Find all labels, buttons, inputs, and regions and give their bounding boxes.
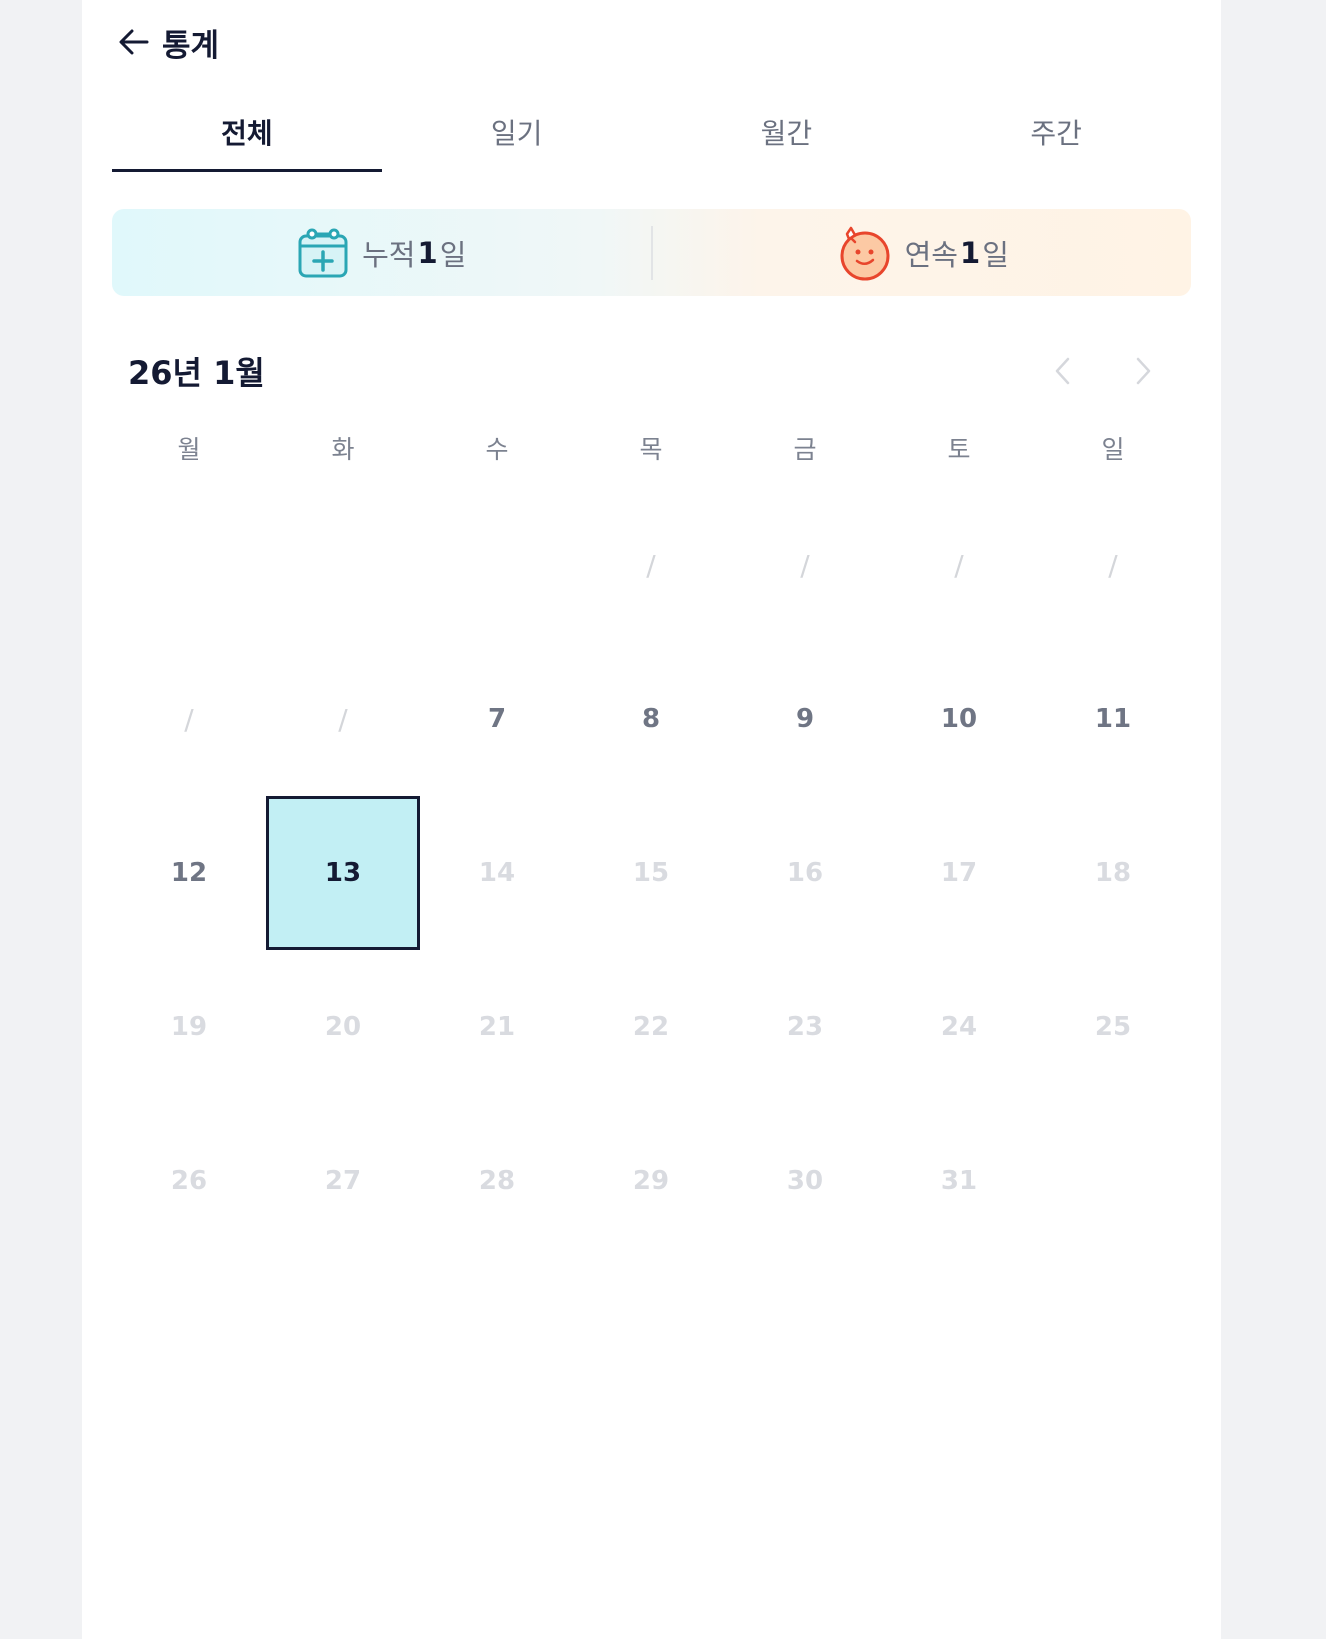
calendar-empty-cell	[420, 488, 574, 642]
calendar-day-future[interactable]: 28	[420, 1104, 574, 1258]
calendar-day-future[interactable]: 15	[574, 796, 728, 950]
calendar-day-inactive: /	[1108, 548, 1118, 582]
month-header: 26년 1월	[128, 346, 1161, 396]
calendar-day-future[interactable]: 27	[266, 1104, 420, 1258]
cumulative-prefix: 누적	[362, 237, 416, 272]
calendar-day-future[interactable]: 25	[1036, 950, 1190, 1104]
weekday-label: 월	[177, 435, 201, 464]
calendar-day[interactable]: 12	[112, 796, 266, 950]
calendar-day-future[interactable]: 16	[728, 796, 882, 950]
calendar-day-future[interactable]: 14	[420, 796, 574, 950]
calendar-day[interactable]: 11	[1036, 642, 1190, 796]
tab-monthly[interactable]: 월간	[652, 100, 922, 172]
calendar-day[interactable]: 8	[574, 642, 728, 796]
header: 통계	[112, 18, 219, 66]
arrow-left-icon	[119, 29, 149, 55]
next-month-button[interactable]	[1125, 353, 1161, 389]
calendar-day-future[interactable]: 31	[882, 1104, 1036, 1258]
stats-summary: 누적 1 일 연속 1 일	[112, 209, 1191, 296]
weekday-label: 수	[485, 435, 509, 464]
calendar-day-inactive: /	[646, 548, 656, 582]
calendar-day-inactive: /	[338, 702, 348, 736]
statistics-panel: 통계 전체 일기 월간 주간 누적 1 일 연속 1 일 26년 1월 월 화 …	[82, 0, 1221, 1639]
streak-prefix: 연속	[904, 237, 958, 272]
calendar-day-future[interactable]: 21	[420, 950, 574, 1104]
cumulative-suffix: 일	[439, 237, 467, 272]
chevron-right-icon	[1136, 357, 1151, 385]
smiley-face-icon	[840, 226, 890, 280]
weekday-header: 월 화 수 목 금 토 일	[112, 430, 1191, 466]
calendar-day-future[interactable]: 19	[112, 950, 266, 1104]
calendar-day-future[interactable]: 17	[882, 796, 1036, 950]
calendar-grid: / / / / //7 8 9 10 11 12 13 14 15 16 17 18 19 20 21 22 23 24 2…	[112, 488, 1191, 1258]
streak-days-stat: 연속 1 일	[653, 224, 1192, 282]
calendar-day-future[interactable]: 26	[112, 1104, 266, 1258]
calendar-day[interactable]: 10	[882, 642, 1036, 796]
calendar-day-future[interactable]: 24	[882, 950, 1036, 1104]
calendar-day-future[interactable]: 18	[1036, 796, 1190, 950]
month-nav	[1045, 353, 1161, 389]
calendar-day-future[interactable]: 22	[574, 950, 728, 1104]
weekday-label: 화	[331, 435, 355, 464]
calendar-empty-cell	[112, 488, 266, 642]
calendar-day-future[interactable]: 20	[266, 950, 420, 1104]
calendar-day-future[interactable]: 30	[728, 1104, 882, 1258]
calendar-plus-icon	[298, 228, 348, 277]
streak-value: 1	[960, 235, 981, 270]
calendar-day-inactive: /	[184, 702, 194, 736]
back-button[interactable]	[112, 20, 156, 64]
calendar-day-today[interactable]: 13	[266, 796, 420, 950]
calendar-day-inactive: /	[800, 548, 810, 582]
cumulative-days-stat: 누적 1 일	[112, 226, 651, 280]
cumulative-value: 1	[417, 235, 438, 270]
tab-diary[interactable]: 일기	[382, 100, 652, 172]
tab-all[interactable]: 전체	[112, 100, 382, 172]
weekday-label: 목	[639, 435, 663, 464]
tab-bar: 전체 일기 월간 주간	[112, 100, 1191, 172]
calendar-day-future[interactable]: 23	[728, 950, 882, 1104]
weekday-label: 금	[793, 435, 817, 464]
calendar-day[interactable]: 7	[420, 642, 574, 796]
calendar-empty-cell	[1036, 1104, 1190, 1258]
calendar-empty-cell	[266, 488, 420, 642]
prev-month-button[interactable]	[1045, 353, 1081, 389]
month-label: 26년 1월	[128, 354, 265, 392]
weekday-label: 일	[1101, 435, 1125, 464]
tab-weekly[interactable]: 주간	[921, 100, 1191, 172]
weekday-label: 토	[947, 435, 971, 464]
calendar-day-future[interactable]: 29	[574, 1104, 728, 1258]
calendar-day-inactive: /	[954, 548, 964, 582]
page-title: 통계	[162, 27, 220, 64]
calendar-day[interactable]: 9	[728, 642, 882, 796]
streak-suffix: 일	[982, 237, 1009, 272]
chevron-left-icon	[1055, 357, 1070, 385]
